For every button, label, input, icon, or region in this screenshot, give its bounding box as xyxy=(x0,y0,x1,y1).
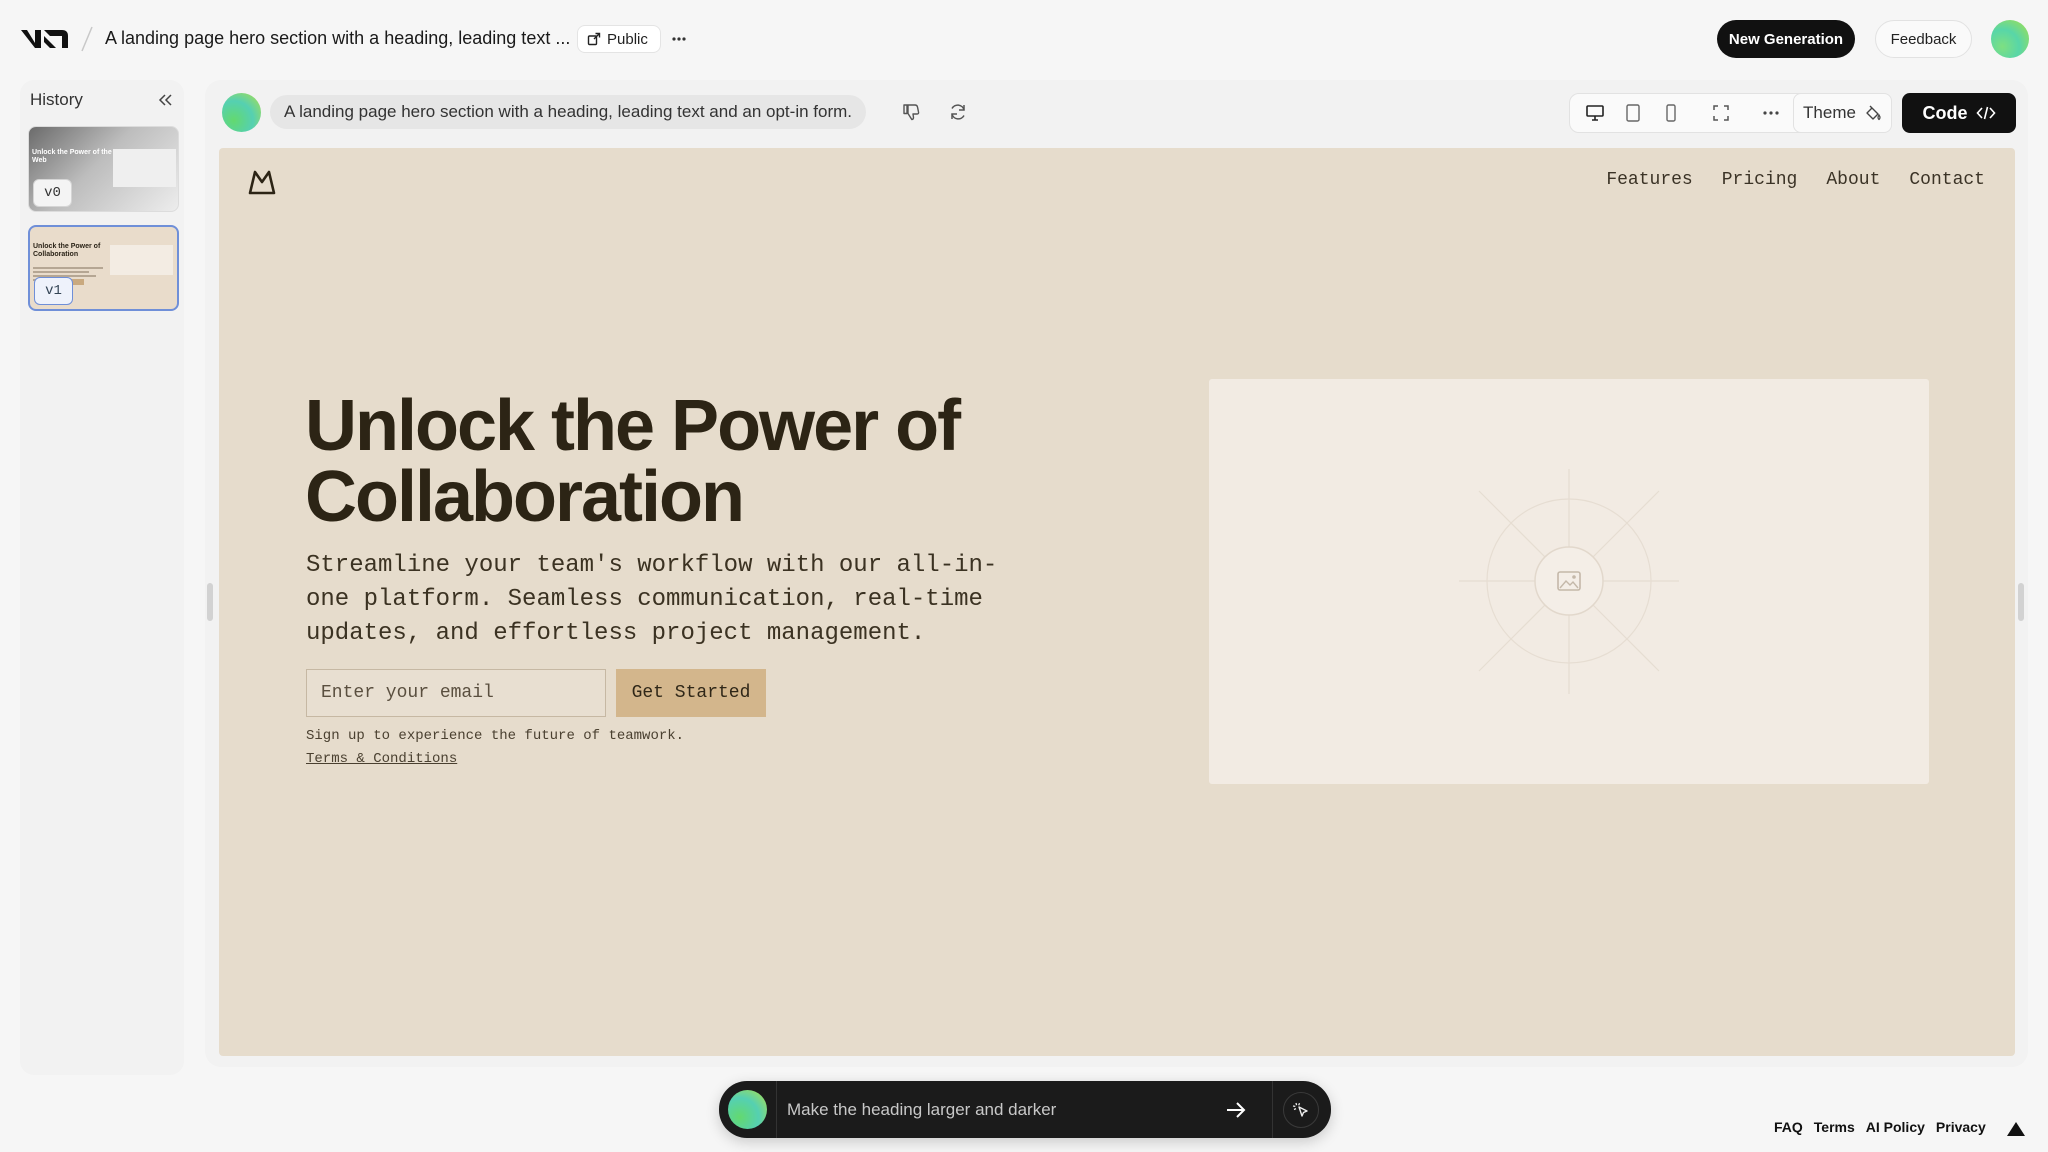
refresh-icon xyxy=(948,102,968,122)
hero-subtext: Streamline your team's workflow with our… xyxy=(306,552,998,647)
history-sidebar: History Unlock the Power of the Web v0 U… xyxy=(20,80,184,1075)
preview-panel: A landing page hero section with a headi… xyxy=(205,80,2028,1067)
breadcrumb-separator xyxy=(80,24,94,54)
mobile-view-button[interactable] xyxy=(1656,98,1686,128)
fullscreen-icon xyxy=(1712,104,1730,122)
prompt-text: A landing page hero section with a headi… xyxy=(270,95,866,129)
nav-link-features[interactable]: Features xyxy=(1606,170,1692,190)
email-input[interactable] xyxy=(306,669,606,717)
footer-link-terms[interactable]: Terms xyxy=(1814,1119,1855,1135)
chat-input[interactable] xyxy=(787,1095,1207,1125)
visibility-label: Public xyxy=(607,30,648,48)
theme-label: Theme xyxy=(1803,103,1856,122)
v0-logo-icon[interactable] xyxy=(20,26,70,52)
thumbnail-image xyxy=(110,245,173,275)
tablet-view-button[interactable] xyxy=(1618,98,1648,128)
mountain-logo-icon[interactable] xyxy=(247,168,277,196)
footer-link-privacy[interactable]: Privacy xyxy=(1936,1119,1986,1135)
regenerate-button[interactable] xyxy=(943,97,973,127)
footer-links: FAQ Terms AI Policy Privacy xyxy=(1774,1119,1986,1135)
theme-button[interactable]: Theme xyxy=(1793,93,1892,133)
chat-avatar xyxy=(728,1090,767,1129)
site-nav: Features Pricing About Contact xyxy=(1606,170,1985,190)
arrow-right-icon xyxy=(1224,1098,1254,1122)
divider xyxy=(1272,1081,1273,1138)
site-preview: Features Pricing About Contact Unlock th… xyxy=(219,148,2015,1056)
thumbs-down-icon xyxy=(901,102,921,122)
top-bar: A landing page hero section with a headi… xyxy=(0,0,2048,78)
hero-image-placeholder xyxy=(1209,379,1929,784)
nav-link-contact[interactable]: Contact xyxy=(1909,170,1985,190)
signup-note: Sign up to experience the future of team… xyxy=(306,728,685,744)
document-title[interactable]: A landing page hero section with a headi… xyxy=(105,28,570,49)
prompt-avatar xyxy=(222,93,261,132)
user-avatar[interactable] xyxy=(1991,20,2029,58)
code-button[interactable]: Code xyxy=(1902,93,2016,133)
nav-link-pricing[interactable]: Pricing xyxy=(1722,170,1798,190)
ellipsis-icon xyxy=(672,37,686,41)
mobile-icon xyxy=(1664,103,1678,123)
terms-link[interactable]: Terms & Conditions xyxy=(306,751,457,767)
resize-handle-right[interactable] xyxy=(2018,583,2024,621)
chat-bar xyxy=(719,1081,1331,1138)
resize-handle-left[interactable] xyxy=(207,583,213,621)
version-badge: v1 xyxy=(34,277,73,305)
footer-link-faq[interactable]: FAQ xyxy=(1774,1119,1803,1135)
tablet-icon xyxy=(1625,103,1641,123)
share-icon xyxy=(587,32,601,46)
nav-link-about[interactable]: About xyxy=(1826,170,1880,190)
more-options-button[interactable] xyxy=(666,25,692,53)
thumbnail-image xyxy=(113,149,176,187)
footer-link-ai-policy[interactable]: AI Policy xyxy=(1866,1119,1925,1135)
more-view-options-button[interactable] xyxy=(1756,98,1786,128)
get-started-button[interactable]: Get Started xyxy=(616,669,766,717)
desktop-view-button[interactable] xyxy=(1580,98,1610,128)
paint-bucket-icon xyxy=(1864,104,1882,122)
visibility-button[interactable]: Public xyxy=(577,25,661,53)
dislike-button[interactable] xyxy=(896,97,926,127)
code-label: Code xyxy=(1922,102,1968,123)
collapse-sidebar-button[interactable] xyxy=(156,90,176,110)
history-version-v0[interactable]: Unlock the Power of the Web v0 xyxy=(28,126,179,212)
version-badge: v0 xyxy=(33,179,72,207)
cursor-click-icon xyxy=(1291,1100,1311,1120)
feedback-button[interactable]: Feedback xyxy=(1875,20,1972,58)
divider xyxy=(776,1081,777,1138)
send-button[interactable] xyxy=(1224,1095,1254,1125)
desktop-icon xyxy=(1585,104,1605,122)
select-element-button[interactable] xyxy=(1283,1092,1319,1128)
history-title: History xyxy=(30,90,83,109)
hero-heading: Unlock the Power of Collaboration xyxy=(305,386,961,537)
thumbnail-heading: Unlock the Power of the Web xyxy=(32,149,112,164)
fullscreen-button[interactable] xyxy=(1706,98,1736,128)
new-generation-button[interactable]: New Generation xyxy=(1717,20,1855,58)
history-version-v1[interactable]: Unlock the Power of Collaboration v1 xyxy=(28,225,179,311)
double-chevron-left-icon xyxy=(156,90,176,110)
thumbnail-heading: Unlock the Power of Collaboration xyxy=(33,243,101,258)
vercel-triangle-icon[interactable] xyxy=(2006,1121,2026,1137)
ellipsis-icon xyxy=(1763,111,1779,115)
code-brackets-icon xyxy=(1975,105,1996,121)
